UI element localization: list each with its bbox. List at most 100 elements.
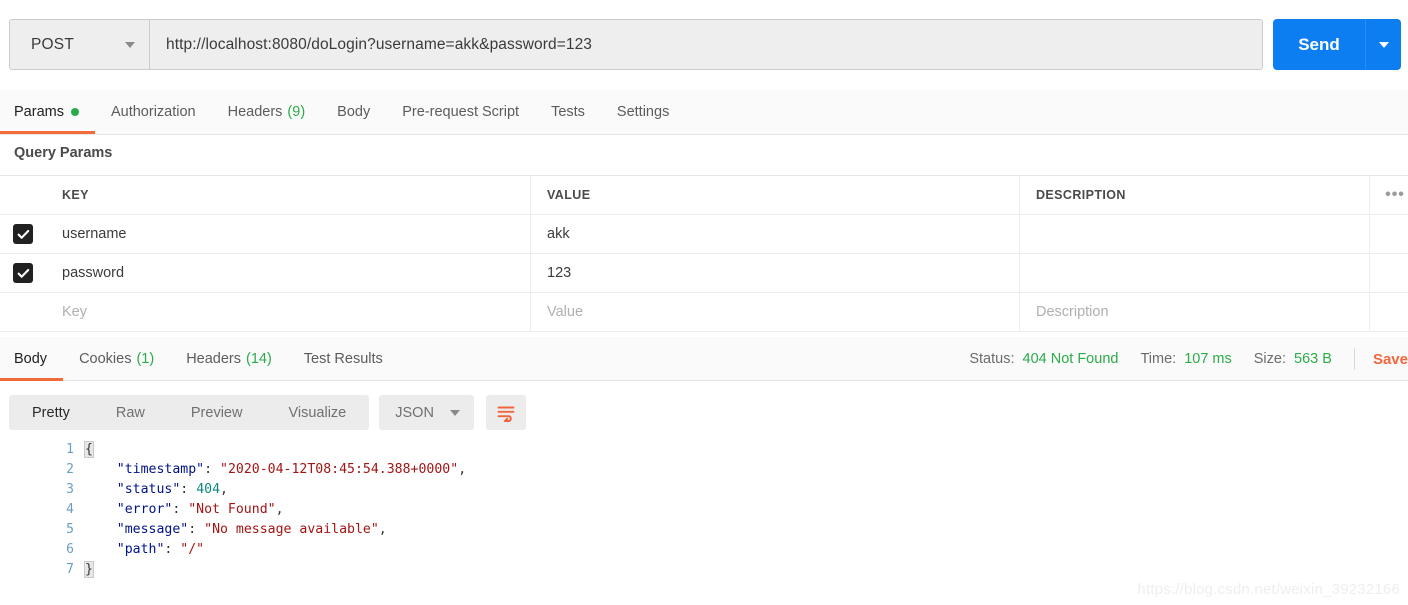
- query-params-table: KEY VALUE DESCRIPTION ••• username akk p…: [0, 175, 1408, 332]
- response-tab-cookies-label: Cookies: [79, 351, 132, 367]
- line-number: 4: [66, 502, 74, 517]
- line-number: 3: [66, 482, 74, 497]
- code-token-brace: }: [84, 561, 94, 578]
- response-view-toolbar: Pretty Raw Preview Visualize JSON: [9, 395, 526, 430]
- tab-pre-request-script-label: Pre-request Script: [402, 103, 520, 120]
- code-token-key: "path": [116, 542, 165, 557]
- code-token-str: "/": [180, 542, 205, 557]
- code-text: "message": "No message available",: [85, 520, 1408, 540]
- table-row-empty: Key Value Description: [0, 293, 1408, 332]
- tab-body[interactable]: Body: [321, 89, 386, 134]
- tab-params[interactable]: Params: [0, 89, 95, 134]
- param-value-input[interactable]: 123: [531, 254, 1020, 292]
- tab-settings[interactable]: Settings: [601, 89, 685, 134]
- row-actions-cell: [1370, 215, 1408, 253]
- row-actions-cell: [1370, 254, 1408, 292]
- send-options-button[interactable]: [1365, 19, 1401, 70]
- tab-authorization[interactable]: Authorization: [95, 89, 212, 134]
- code-token-punc: :: [164, 542, 181, 557]
- code-line: 1{: [0, 440, 1408, 460]
- code-token-punc: :: [172, 502, 189, 517]
- response-tab-headers[interactable]: Headers (14): [170, 337, 288, 381]
- row-checkbox-cell: [0, 215, 46, 253]
- header-description: DESCRIPTION: [1020, 176, 1370, 214]
- query-params-title: Query Params: [14, 145, 113, 161]
- new-param-key-input[interactable]: Key: [46, 293, 531, 331]
- response-tab-headers-label: Headers: [186, 351, 241, 367]
- line-number: 1: [66, 442, 74, 457]
- param-value-input[interactable]: akk: [531, 215, 1020, 253]
- status-label: Status:: [969, 351, 1015, 367]
- request-url-group: POST http://localhost:8080/doLogin?usern…: [9, 19, 1263, 70]
- status-value: 404 Not Found: [1022, 351, 1119, 367]
- code-line: 7}: [0, 560, 1408, 580]
- new-param-description-input[interactable]: Description: [1020, 293, 1370, 331]
- header-key: KEY: [46, 176, 531, 214]
- response-body-code[interactable]: 1{2 "timestamp": "2020-04-12T08:45:54.38…: [0, 440, 1408, 605]
- code-token-punc: ,: [458, 462, 467, 477]
- request-url-input[interactable]: http://localhost:8080/doLogin?username=a…: [150, 20, 1262, 69]
- code-token-punc: :: [180, 482, 197, 497]
- send-button[interactable]: Send: [1273, 19, 1365, 70]
- tab-tests-label: Tests: [551, 103, 585, 120]
- row-checkbox-cell: [0, 293, 46, 331]
- param-enabled-checkbox[interactable]: [13, 263, 33, 283]
- response-tab-cookies-count: (1): [136, 351, 155, 367]
- tab-pre-request-script[interactable]: Pre-request Script: [386, 89, 535, 134]
- time-value: 107 ms: [1184, 351, 1232, 367]
- table-row: password 123: [0, 254, 1408, 293]
- code-line: 5 "message": "No message available",: [0, 520, 1408, 540]
- line-number: 6: [66, 542, 74, 557]
- new-param-value-input[interactable]: Value: [531, 293, 1020, 331]
- code-text: "status": 404,: [85, 480, 1408, 500]
- code-token-punc: :: [204, 462, 220, 477]
- line-number: 2: [66, 462, 74, 477]
- view-mode-preview[interactable]: Preview: [168, 395, 266, 430]
- code-token-punc: ,: [275, 502, 284, 517]
- code-text: {: [84, 440, 1408, 460]
- code-line: 4 "error": "Not Found",: [0, 500, 1408, 520]
- param-enabled-checkbox[interactable]: [13, 224, 33, 244]
- code-token-num: 404: [196, 482, 221, 497]
- tab-headers-label: Headers: [227, 103, 283, 120]
- row-checkbox-cell: [0, 254, 46, 292]
- response-tab-body-label: Body: [14, 351, 48, 367]
- code-line: 6 "path": "/": [0, 540, 1408, 560]
- header-value: VALUE: [531, 176, 1020, 214]
- view-mode-pretty[interactable]: Pretty: [9, 395, 93, 430]
- view-mode-raw[interactable]: Raw: [93, 395, 168, 430]
- line-number: 7: [66, 562, 74, 577]
- wrap-lines-button[interactable]: [485, 395, 526, 430]
- save-response-button[interactable]: Save: [1373, 351, 1408, 368]
- unsaved-dot-icon: [70, 107, 79, 116]
- header-checkbox-cell: [0, 176, 46, 214]
- code-token-str: "No message available": [204, 522, 379, 537]
- status-badge: Status: 404 Not Found: [969, 351, 1118, 367]
- code-token-str: "2020-04-12T08:45:54.388+0000": [220, 462, 459, 477]
- http-method-select[interactable]: POST: [10, 20, 150, 69]
- response-format-select[interactable]: JSON: [379, 395, 474, 430]
- postman-request-window: POST http://localhost:8080/doLogin?usern…: [0, 0, 1408, 605]
- tab-headers[interactable]: Headers (9): [212, 89, 322, 134]
- response-tab-test-results-label: Test Results: [303, 351, 383, 367]
- param-description-input[interactable]: [1020, 254, 1370, 292]
- param-description-input[interactable]: [1020, 215, 1370, 253]
- tab-body-label: Body: [337, 103, 371, 120]
- request-tabs: Params Authorization Headers (9) Body Pr…: [0, 90, 1408, 135]
- code-token-punc: ,: [378, 522, 387, 537]
- param-key-input[interactable]: username: [46, 215, 531, 253]
- response-tab-headers-count: (14): [246, 351, 272, 367]
- param-key-input[interactable]: password: [46, 254, 531, 292]
- code-text: }: [84, 560, 1408, 580]
- bulk-edit-button[interactable]: •••: [1370, 176, 1408, 214]
- response-bar: Body Cookies (1) Headers (14) Test Resul…: [0, 337, 1408, 381]
- time-badge: Time: 107 ms: [1140, 351, 1231, 367]
- response-tab-body[interactable]: Body: [0, 337, 64, 381]
- chevron-down-icon: [1378, 41, 1389, 48]
- tab-tests[interactable]: Tests: [535, 89, 601, 134]
- response-tab-test-results[interactable]: Test Results: [288, 337, 399, 381]
- time-label: Time:: [1140, 351, 1177, 367]
- response-tab-cookies[interactable]: Cookies (1): [63, 337, 170, 381]
- size-badge: Size: 563 B: [1254, 351, 1332, 367]
- view-mode-visualize[interactable]: Visualize: [265, 395, 369, 430]
